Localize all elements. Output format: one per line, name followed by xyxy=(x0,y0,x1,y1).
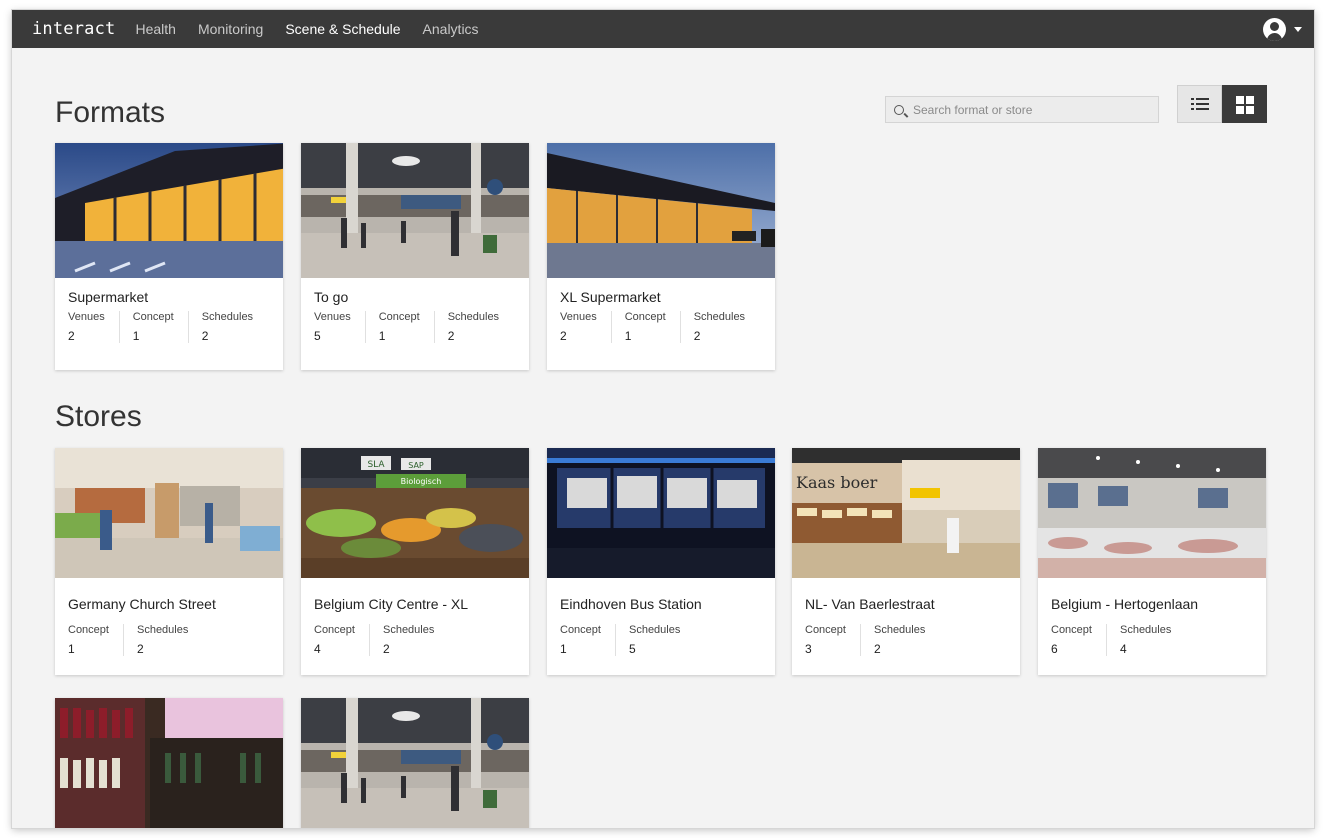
store-name: Belgium City Centre - XL xyxy=(314,596,469,612)
stat-label: Venues xyxy=(68,311,105,323)
stat-value: 2 xyxy=(447,329,455,343)
stat-label: Schedules xyxy=(873,624,926,636)
store-thumbnail xyxy=(55,448,283,578)
caret-down-icon[interactable] xyxy=(1294,27,1302,32)
store-name: Belgium - Hertogenlaan xyxy=(1051,596,1199,612)
stat-label: Schedules xyxy=(1119,624,1172,636)
stat-value: 1 xyxy=(378,329,386,343)
stat-label: Venues xyxy=(560,311,597,323)
store-stats: Concept 3 Schedules 2 xyxy=(805,624,939,656)
format-card[interactable]: To go Venues 5 Concept 1 Schedules 2 xyxy=(301,143,529,370)
search-box[interactable] xyxy=(885,96,1159,123)
store-name: Eindhoven Bus Station xyxy=(560,596,702,612)
stat-value: 2 xyxy=(560,329,567,343)
stat-value: 1 xyxy=(68,642,75,656)
stat-value: 3 xyxy=(805,642,812,656)
stat-value: 6 xyxy=(1051,642,1058,656)
store-stats: Concept 4 Schedules 2 xyxy=(314,624,448,656)
stat-value: 2 xyxy=(873,642,881,656)
store-thumbnail xyxy=(301,698,529,828)
format-card[interactable]: XL Supermarket Venues 2 Concept 1 Schedule… xyxy=(547,143,775,370)
nav-analytics[interactable]: Analytics xyxy=(423,21,479,37)
nav-health[interactable]: Health xyxy=(135,21,175,37)
format-stats: Venues 2 Concept 1 Schedules 2 xyxy=(560,311,759,343)
format-card[interactable]: Supermarket Venues 2 Concept 1 Schedules 2 xyxy=(55,143,283,370)
app-logo[interactable]: interact xyxy=(32,19,115,39)
search-input[interactable] xyxy=(913,102,1143,117)
stat-label: Concept xyxy=(314,624,355,636)
stat-label: Concept xyxy=(560,624,601,636)
stat-value: 4 xyxy=(314,642,321,656)
svg-text:Kaas boer: Kaas boer xyxy=(796,473,878,492)
store-thumbnail xyxy=(547,448,775,578)
svg-text:SLA: SLA xyxy=(367,460,385,470)
store-card[interactable]: Kaas boer NL- Van Baerlestraat Concept 3 … xyxy=(792,448,1020,675)
stat-value: 2 xyxy=(382,642,390,656)
stat-value: 2 xyxy=(201,329,209,343)
store-name: Germany Church Street xyxy=(68,596,216,612)
format-name: XL Supermarket xyxy=(560,289,661,305)
format-thumbnail xyxy=(547,143,775,278)
store-card[interactable] xyxy=(301,698,529,828)
stat-value: 5 xyxy=(628,642,636,656)
nav-monitoring[interactable]: Monitoring xyxy=(198,21,263,37)
formats-heading: Formats xyxy=(55,96,166,129)
top-nav-bar: interact Health Monitoring Scene & Sched… xyxy=(12,10,1314,48)
store-thumbnail xyxy=(1038,448,1266,578)
stat-label: Schedules xyxy=(447,311,500,323)
stat-value: 4 xyxy=(1119,642,1127,656)
store-card[interactable]: Eindhoven Bus Station Concept 1 Schedules… xyxy=(547,448,775,675)
stat-label: Concept xyxy=(68,624,109,636)
list-view-icon xyxy=(1190,97,1209,111)
store-thumbnail: SLA SAP Biologisch xyxy=(301,448,529,578)
list-view-button[interactable] xyxy=(1177,85,1222,123)
store-card[interactable]: Germany Church Street Concept 1 Schedules… xyxy=(55,448,283,675)
view-toggle xyxy=(1177,85,1267,123)
stat-label: Concept xyxy=(378,311,420,323)
stat-label: Schedules xyxy=(201,311,254,323)
stat-value: 1 xyxy=(560,642,567,656)
format-name: To go xyxy=(314,289,349,305)
user-menu[interactable] xyxy=(1263,18,1302,41)
stat-label: Schedules xyxy=(628,624,681,636)
store-card[interactable]: Belgium - Hertogenlaan Concept 6 Schedule… xyxy=(1038,448,1266,675)
stat-value: 2 xyxy=(136,642,144,656)
search-icon xyxy=(894,104,904,115)
stat-value: 2 xyxy=(68,329,75,343)
store-stats: Concept 6 Schedules 4 xyxy=(1051,624,1185,656)
svg-text:SAP: SAP xyxy=(408,461,424,470)
stat-value: 5 xyxy=(314,329,321,343)
store-card[interactable] xyxy=(55,698,283,828)
stat-label: Concept xyxy=(805,624,846,636)
store-stats: Concept 1 Schedules 2 xyxy=(68,624,202,656)
stat-label: Schedules xyxy=(382,624,435,636)
stat-label: Concept xyxy=(1051,624,1092,636)
store-thumbnail: Kaas boer xyxy=(792,448,1020,578)
format-thumbnail xyxy=(55,143,283,278)
stat-value: 2 xyxy=(693,329,701,343)
user-avatar-icon[interactable] xyxy=(1263,18,1286,41)
grid-view-button[interactable] xyxy=(1222,85,1267,123)
format-stats: Venues 5 Concept 1 Schedules 2 xyxy=(314,311,513,343)
format-stats: Venues 2 Concept 1 Schedules 2 xyxy=(68,311,267,343)
svg-text:Biologisch: Biologisch xyxy=(401,477,442,486)
nav-scene-schedule[interactable]: Scene & Schedule xyxy=(285,21,400,37)
store-stats: Concept 1 Schedules 5 xyxy=(560,624,694,656)
grid-view-icon xyxy=(1236,95,1254,114)
format-name: Supermarket xyxy=(68,289,149,305)
app-window: interact Health Monitoring Scene & Sched… xyxy=(12,10,1314,828)
format-thumbnail xyxy=(301,143,529,278)
stat-label: Concept xyxy=(132,311,174,323)
store-card[interactable]: SLA SAP Biologisch Belgium City Centre -… xyxy=(301,448,529,675)
stat-label: Schedules xyxy=(693,311,746,323)
store-thumbnail xyxy=(55,698,283,828)
stores-heading: Stores xyxy=(55,400,142,433)
stat-value: 1 xyxy=(624,329,632,343)
store-name: NL- Van Baerlestraat xyxy=(805,596,935,612)
stat-value: 1 xyxy=(132,329,140,343)
stat-label: Concept xyxy=(624,311,666,323)
stat-label: Schedules xyxy=(136,624,189,636)
stat-label: Venues xyxy=(314,311,351,323)
